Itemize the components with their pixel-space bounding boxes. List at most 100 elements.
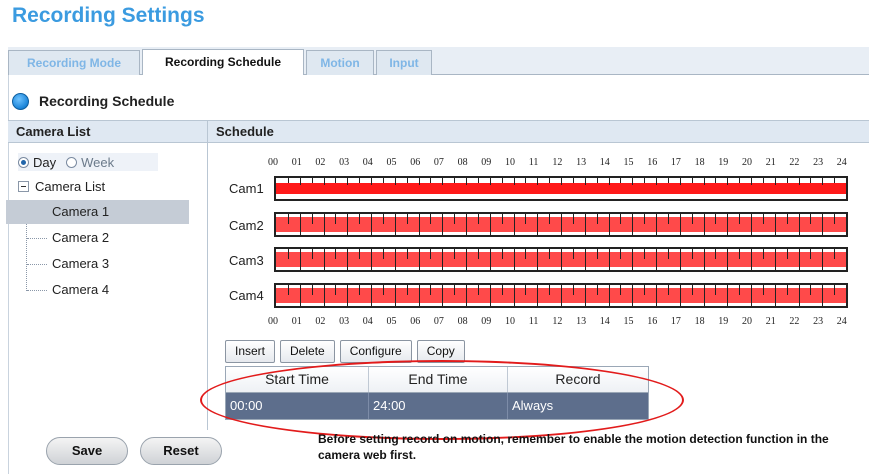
time-tick: [287, 178, 289, 183]
day-radio[interactable]: [18, 156, 29, 168]
time-tick: [620, 214, 622, 224]
tab-recording-mode[interactable]: Recording Mode: [8, 50, 140, 75]
copy-button[interactable]: Copy: [416, 340, 465, 363]
time-tick: [525, 249, 527, 259]
time-tick: [299, 285, 301, 306]
section-title: Recording Schedule: [39, 93, 175, 109]
day-radio-label[interactable]: Day: [33, 155, 56, 170]
time-tick: [466, 178, 467, 185]
time-tick: [323, 285, 325, 306]
time-tick: [596, 249, 598, 259]
collapse-minus-icon[interactable]: [18, 180, 29, 192]
cam4-timeline[interactable]: [274, 283, 848, 308]
time-tick: [549, 214, 551, 224]
time-tick: [501, 214, 503, 224]
time-tick: [596, 214, 598, 224]
hour-tick-label: 20: [742, 316, 752, 327]
time-tick: [786, 178, 788, 183]
time-tick: [537, 285, 539, 306]
time-tick: [644, 214, 646, 224]
tree-item-camera-4[interactable]: Camera 4: [6, 278, 189, 302]
time-tick: [822, 178, 824, 185]
time-tick: [751, 214, 752, 235]
time-tick: [347, 214, 349, 235]
tree-item-camera-1[interactable]: Camera 1: [6, 200, 189, 224]
table-row[interactable]: 00:00 24:00 Always: [226, 393, 648, 419]
time-tick: [620, 285, 622, 295]
tab-input[interactable]: Input: [376, 50, 432, 75]
time-tick: [537, 214, 539, 235]
time-tick: [537, 249, 539, 270]
time-tick: [834, 178, 836, 183]
hour-tick-label: 05: [386, 157, 397, 168]
time-tick: [703, 178, 705, 185]
reset-button[interactable]: Reset: [140, 437, 222, 465]
time-tick: [418, 285, 420, 306]
hour-tick-label: 02: [315, 316, 326, 327]
tab-recording-schedule[interactable]: Recording Schedule: [142, 49, 304, 75]
cell-record: Always: [512, 398, 554, 413]
hour-tick-label: 06: [410, 316, 421, 327]
view-mode-radio-group: Day Week: [18, 153, 158, 171]
cam2-timeline[interactable]: [274, 212, 848, 237]
time-tick: [347, 249, 349, 270]
time-tick: [679, 214, 681, 235]
time-tick: [513, 178, 515, 185]
time-tick: [418, 178, 420, 185]
time-tick: [727, 285, 729, 306]
tree-item-camera-3[interactable]: Camera 3: [6, 252, 189, 276]
time-tick: [335, 285, 337, 295]
time-tick: [287, 249, 289, 259]
hour-tick-label: 13: [576, 157, 587, 168]
time-tick: [572, 178, 574, 183]
time-tick: [537, 178, 539, 185]
time-tick: [299, 249, 301, 270]
hour-tick-label: 20: [742, 157, 752, 168]
time-tick: [762, 214, 764, 224]
time-tick: [382, 249, 384, 259]
schedule-table: Start Time End Time Record 00:00 24:00 A…: [225, 366, 649, 420]
week-radio-label[interactable]: Week: [81, 155, 114, 170]
hour-tick-label: 06: [410, 157, 421, 168]
hour-tick-label: 21: [765, 157, 776, 168]
time-tick: [774, 285, 776, 306]
time-tick: [656, 178, 657, 185]
time-tick: [834, 214, 836, 224]
time-tick: [287, 285, 289, 295]
configure-button[interactable]: Configure: [339, 340, 412, 363]
tree-item-camera-2[interactable]: Camera 2: [6, 226, 189, 250]
time-tick: [679, 178, 681, 185]
time-tick: [311, 178, 313, 183]
time-tick: [406, 249, 408, 259]
time-tick: [703, 285, 705, 306]
hour-tick-label: 12: [552, 316, 563, 327]
time-tick: [715, 285, 717, 295]
time-tick: [418, 214, 420, 235]
time-tick: [572, 249, 574, 259]
time-tick: [727, 214, 729, 235]
hour-tick-label: 19: [718, 316, 729, 327]
tab-bar: Recording Mode Recording Schedule Motion…: [8, 47, 869, 75]
save-button[interactable]: Save: [46, 437, 128, 465]
time-tick: [525, 214, 527, 224]
delete-button[interactable]: Delete: [280, 340, 335, 363]
recording-settings-page: Recording Settings Recording Mode Record…: [0, 0, 869, 474]
cam1-timeline[interactable]: [274, 176, 848, 201]
hour-tick-label: 05: [386, 316, 397, 327]
time-tick: [466, 285, 467, 306]
cam3-timeline[interactable]: [274, 247, 848, 272]
time-tick: [489, 214, 491, 235]
time-tick: [691, 249, 693, 259]
insert-button[interactable]: Insert: [225, 340, 276, 363]
time-tick: [608, 249, 610, 270]
time-tick: [632, 249, 634, 270]
tab-motion[interactable]: Motion: [306, 50, 374, 75]
time-tick: [477, 178, 479, 183]
week-radio[interactable]: [66, 156, 78, 168]
hour-tick-label: 22: [789, 157, 800, 168]
hour-tick-label: 04: [362, 316, 373, 327]
hour-tick-label: 07: [433, 157, 444, 168]
time-tick: [632, 178, 634, 185]
hour-tick-label: 15: [623, 157, 634, 168]
time-tick: [644, 285, 646, 295]
